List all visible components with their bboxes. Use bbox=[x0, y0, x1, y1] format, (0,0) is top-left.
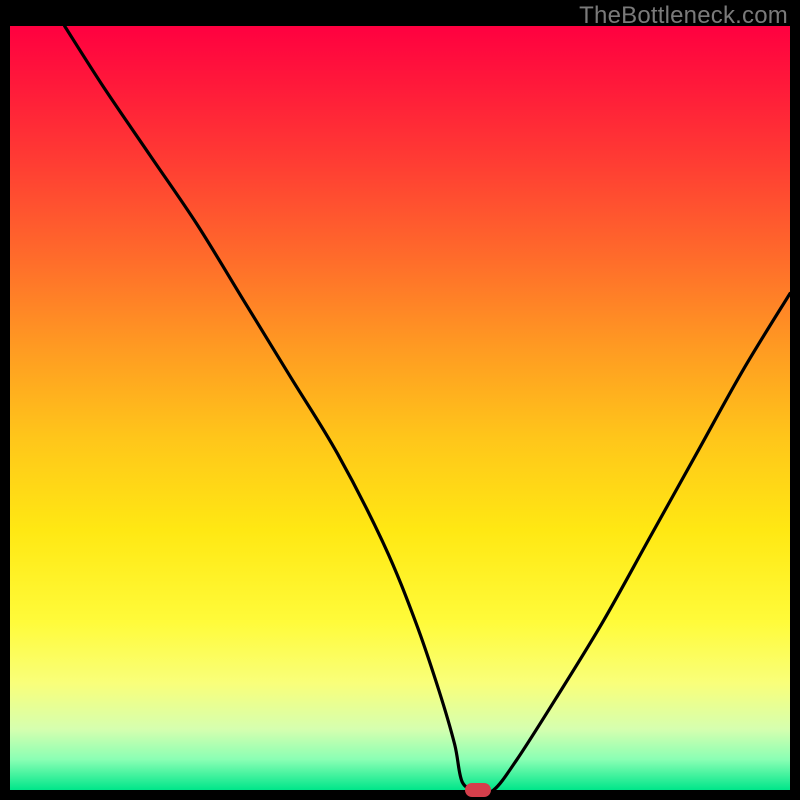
bottleneck-chart: TheBottleneck.com bbox=[0, 0, 800, 800]
plot-area bbox=[10, 26, 790, 790]
bottleneck-curve-path bbox=[65, 26, 790, 790]
minimum-marker bbox=[465, 783, 491, 797]
curve-svg bbox=[10, 26, 790, 790]
